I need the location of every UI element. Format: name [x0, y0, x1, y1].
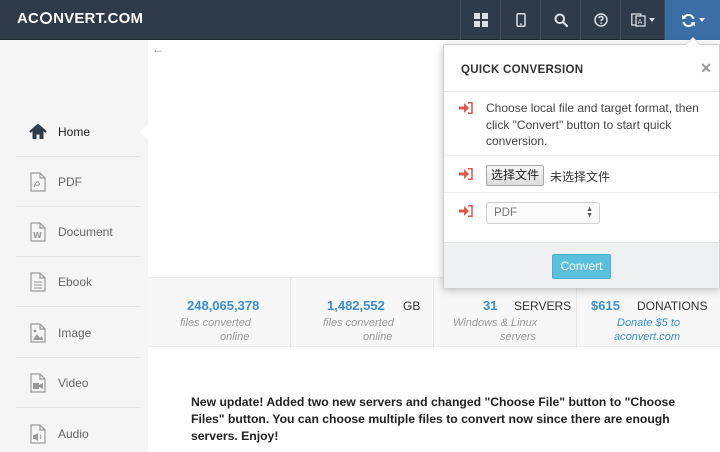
video-file-icon	[28, 372, 48, 394]
sidebar-item-label: Ebook	[58, 274, 93, 289]
stat-caption: servers	[500, 331, 537, 343]
site-logo[interactable]: AC NVERT.COM	[17, 10, 143, 27]
sidebar-item-label: Image	[58, 325, 92, 340]
close-icon[interactable]: ✕	[700, 60, 712, 77]
sidebar-item-label: Document	[58, 224, 113, 239]
image-file-icon	[28, 322, 48, 344]
news-update-text: New update! Added two new servers and ch…	[191, 395, 676, 443]
search-button[interactable]	[540, 0, 580, 40]
stat-caption: online	[363, 331, 393, 343]
stat-caption: files converted	[323, 317, 394, 329]
no-file-selected-text: 未选择文件	[550, 170, 611, 184]
svg-text:W: W	[33, 231, 42, 240]
target-format-select[interactable]: PDF ▲ ▼	[486, 202, 600, 224]
selected-format: PDF	[494, 207, 517, 219]
file-row: 选择文件 未选择文件	[444, 156, 719, 193]
stat-number: 1,482,552	[327, 298, 385, 313]
stat-caption: online	[220, 331, 250, 343]
popover-title: QUICK CONVERSION	[461, 64, 584, 76]
svg-text:A: A	[637, 18, 642, 26]
help-button[interactable]	[580, 0, 620, 40]
top-navbar: AC NVERT.COM A	[0, 0, 720, 40]
quick-conversion-caret-icon	[698, 18, 705, 22]
stat-caption: files converted	[180, 317, 251, 329]
popover-header: QUICK CONVERSION ✕	[444, 45, 719, 92]
sidebar-item-document[interactable]: W Document	[16, 207, 140, 257]
grid-icon	[473, 13, 488, 27]
sign-in-arrow-icon	[459, 102, 473, 114]
popover-footer: Convert	[444, 242, 719, 288]
home-icon	[28, 121, 48, 143]
sidebar-item-home[interactable]: Home	[16, 107, 148, 157]
stat-gb-converted: 1,482,552 GB files converted online	[291, 278, 434, 348]
stat-donations[interactable]: $615 DONATIONS Donate $5 to aconvert.com	[577, 278, 720, 348]
instructions-row: Choose local file and target format, the…	[444, 92, 719, 156]
sidebar-item-label: PDF	[58, 174, 82, 189]
stat-unit: GB	[403, 299, 421, 313]
sidebar-item-video[interactable]: Video	[16, 358, 140, 408]
stat-files-converted: 248,065,378 files converted online	[148, 278, 291, 348]
convert-button[interactable]: Convert	[552, 254, 611, 279]
word-file-icon: W	[28, 221, 48, 243]
search-icon	[554, 13, 568, 27]
stat-number: 248,065,378	[187, 298, 260, 313]
stat-unit: DONATIONS	[637, 299, 708, 313]
donate-link[interactable]: Donate $5 to	[617, 317, 680, 329]
stat-servers: 31 SERVERS Windows & Linux servers	[434, 278, 577, 348]
pdf-file-icon	[28, 171, 48, 193]
language-button[interactable]: A	[620, 0, 664, 40]
help-icon	[593, 13, 608, 27]
stat-unit: SERVERS	[514, 299, 572, 313]
stat-number: 31	[483, 298, 498, 313]
sign-in-arrow-icon	[459, 168, 473, 180]
quick-conversion-popover: QUICK CONVERSION ✕ Choose local file and…	[443, 37, 720, 288]
sign-in-arrow-icon	[459, 205, 473, 217]
select-arrows-icon: ▲ ▼	[586, 206, 593, 219]
language-icon: A	[630, 13, 646, 27]
quick-conversion-button[interactable]	[664, 0, 720, 40]
donate-link-domain[interactable]: aconvert.com	[614, 331, 680, 343]
stat-number: $615	[591, 298, 620, 313]
refresh-icon	[681, 13, 695, 27]
instructions-text: Choose local file and target format, the…	[486, 101, 699, 148]
ebook-file-icon	[28, 271, 48, 293]
sidebar-item-audio[interactable]: Audio	[16, 409, 140, 452]
mobile-icon	[515, 13, 526, 27]
logo-text-start: AC	[17, 10, 40, 27]
stat-caption: Windows & Linux	[453, 317, 538, 329]
sidebar-item-ebook[interactable]: Ebook	[16, 257, 140, 307]
sidebar-item-label: Video	[58, 375, 89, 390]
sidebar-item-label: Home	[58, 124, 91, 139]
top-icon-group: A	[460, 0, 720, 40]
sidebar-item-image[interactable]: Image	[16, 308, 140, 358]
format-row: PDF ▲ ▼	[444, 193, 719, 240]
audio-file-icon	[28, 423, 48, 445]
collapse-arrow-icon[interactable]: ←	[152, 42, 164, 56]
logo-o-ring-icon	[40, 12, 53, 24]
logo-text-end: NVERT.COM	[53, 10, 144, 27]
choose-file-button[interactable]: 选择文件	[486, 165, 545, 186]
language-caret-icon	[648, 18, 655, 22]
sidebar-item-pdf[interactable]: PDF	[16, 157, 140, 207]
sidebar-item-label: Audio	[58, 427, 89, 441]
grid-button[interactable]	[460, 0, 500, 40]
mobile-button[interactable]	[500, 0, 540, 40]
